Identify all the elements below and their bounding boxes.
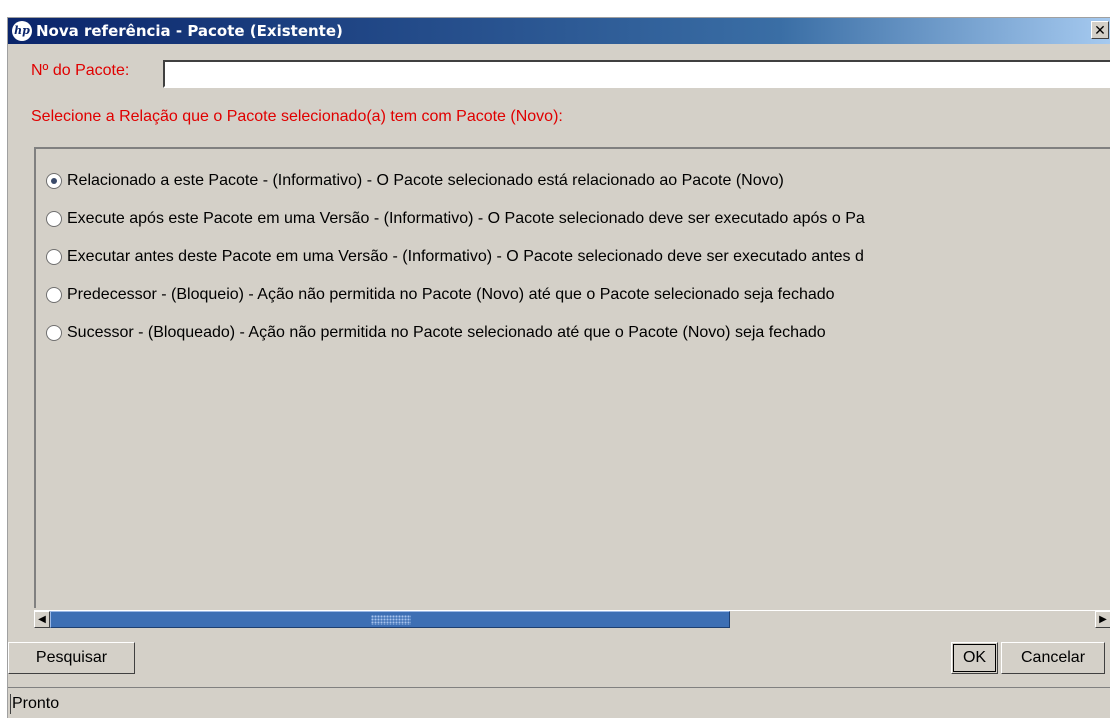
radio-button[interactable] xyxy=(46,287,62,303)
status-text: Pronto xyxy=(10,694,60,714)
radio-button[interactable] xyxy=(46,211,62,227)
relation-option-label: Sucessor - (Bloqueado) - Ação não permit… xyxy=(67,324,826,341)
scroll-left-icon[interactable]: ◀ xyxy=(34,611,50,628)
relation-options-panel: Relacionado a este Pacote - (Informativo… xyxy=(34,147,1110,608)
relation-option-label: Predecessor - (Bloqueio) - Ação não perm… xyxy=(67,286,835,303)
ok-button[interactable]: OK xyxy=(951,642,998,674)
relation-option-label: Relacionado a este Pacote - (Informativo… xyxy=(67,172,784,189)
package-number-input[interactable] xyxy=(163,60,1110,88)
package-number-label: Nº do Pacote: xyxy=(31,62,130,79)
status-bar: Pronto xyxy=(8,687,1110,717)
relation-prompt: Selecione a Relação que o Pacote selecio… xyxy=(31,108,563,125)
scrollbar-thumb[interactable] xyxy=(50,611,730,628)
scrollbar-grip-icon xyxy=(371,615,411,625)
close-button[interactable]: ✕ xyxy=(1091,21,1109,39)
title-bar[interactable]: hp Nova referência - Pacote (Existente) … xyxy=(8,18,1110,44)
search-button[interactable]: Pesquisar xyxy=(8,642,135,674)
relation-option-label: Execute após este Pacote em uma Versão -… xyxy=(67,210,865,227)
dialog-window: hp Nova referência - Pacote (Existente) … xyxy=(7,17,1110,718)
horizontal-scrollbar[interactable]: ◀ ▶ xyxy=(34,610,1110,628)
radio-button[interactable] xyxy=(46,249,62,265)
cancel-button[interactable]: Cancelar xyxy=(1001,642,1105,674)
radio-button[interactable] xyxy=(46,325,62,341)
radio-button-checked[interactable] xyxy=(46,173,62,189)
relation-option-label: Executar antes deste Pacote em uma Versã… xyxy=(67,248,864,265)
window-title: Nova referência - Pacote (Existente) xyxy=(36,22,343,40)
hp-logo-icon: hp xyxy=(12,21,32,41)
scroll-right-icon[interactable]: ▶ xyxy=(1095,611,1110,628)
